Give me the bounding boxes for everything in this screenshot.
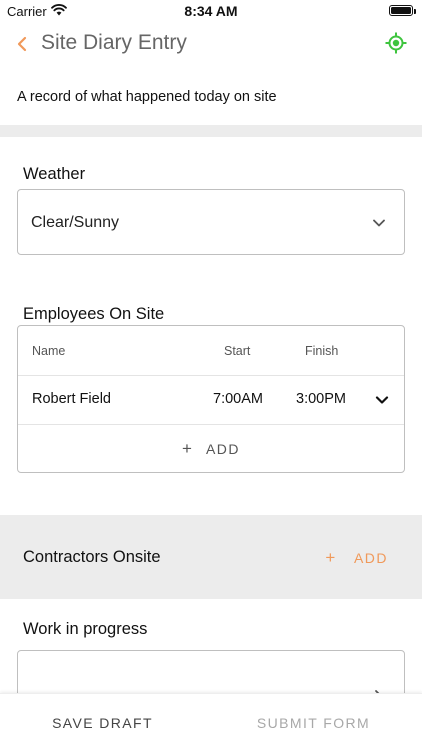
employee-name: Robert Field [32, 391, 111, 407]
back-button[interactable] [10, 32, 34, 56]
column-header-name: Name [32, 344, 66, 358]
chevron-left-icon [17, 36, 27, 52]
contractors-section: Contractors Onsite + ADD [0, 515, 422, 599]
battery-icon [389, 5, 413, 16]
submit-form-button[interactable]: SUBMIT FORM [211, 694, 416, 750]
status-bar: Carrier 8:34 AM [0, 0, 422, 22]
save-draft-button[interactable]: SAVE DRAFT [0, 694, 205, 750]
plus-icon: + [325, 548, 336, 567]
location-target-icon[interactable] [384, 31, 408, 55]
weather-label: Weather [23, 165, 86, 183]
nav-bar: Site Diary Entry [0, 22, 422, 66]
work-in-progress-label: Work in progress [23, 620, 148, 638]
section-divider [0, 125, 422, 137]
add-employee-label: ADD [205, 441, 240, 457]
weather-select[interactable]: Clear/Sunny [17, 189, 405, 255]
employee-start: 7:00AM [213, 391, 263, 407]
add-contractor-label: ADD [353, 550, 388, 566]
column-header-finish: Finish [305, 344, 339, 358]
page-title: Site Diary Entry [41, 31, 187, 54]
add-employee-button[interactable]: + ADD [18, 426, 404, 472]
form-description: A record of what happened today on site [17, 89, 277, 105]
battery-tip [414, 8, 416, 14]
employees-label: Employees On Site [23, 305, 165, 323]
chevron-down-icon [373, 219, 385, 227]
table-divider [18, 424, 404, 425]
add-contractor-button[interactable]: + ADD [325, 548, 388, 568]
plus-icon: + [182, 439, 192, 458]
contractors-label: Contractors Onsite [23, 548, 161, 566]
employee-finish: 3:00PM [296, 391, 346, 407]
chevron-down-icon[interactable] [374, 392, 390, 408]
column-header-start: Start [224, 344, 251, 358]
table-divider [18, 375, 404, 376]
clock: 8:34 AM [184, 3, 238, 19]
bottom-action-bar: SAVE DRAFT SUBMIT FORM [0, 693, 422, 750]
weather-value: Clear/Sunny [31, 214, 120, 231]
employees-table: Name Start Finish Robert Field 7:00AM 3:… [17, 325, 405, 473]
